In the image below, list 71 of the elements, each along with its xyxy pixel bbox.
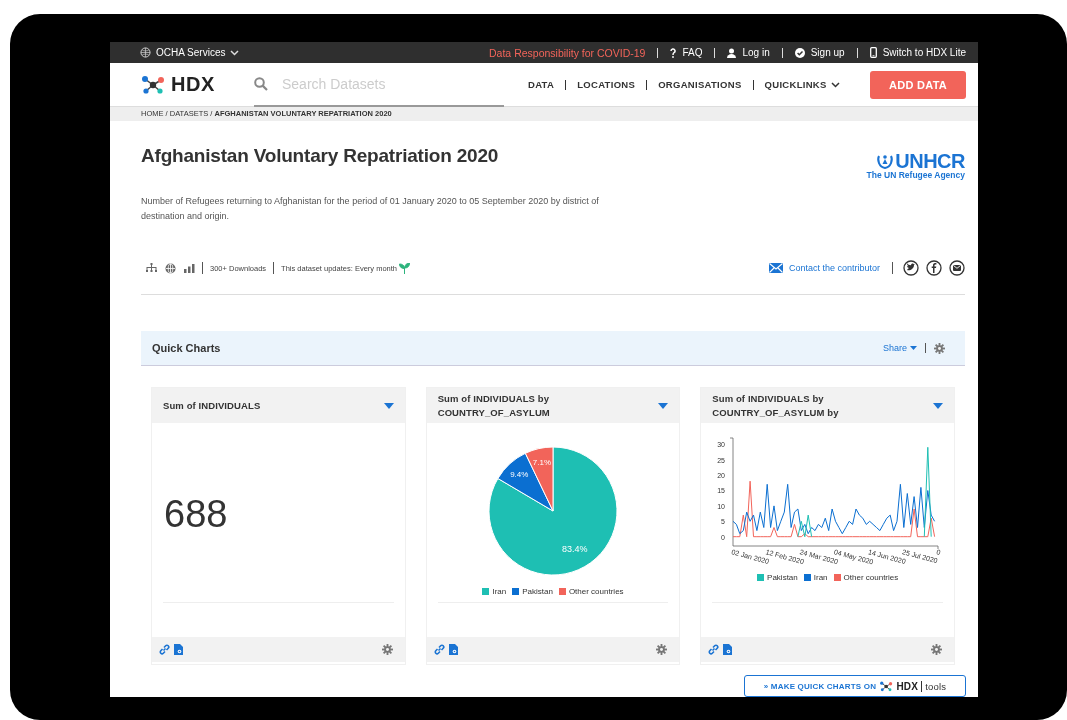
file-icon[interactable] <box>448 644 458 655</box>
big-number: 688 <box>164 493 229 536</box>
share-button[interactable]: Share <box>882 343 917 353</box>
hierarchy-icon <box>146 263 157 273</box>
settings-icon[interactable] <box>931 644 942 655</box>
link-icon[interactable] <box>433 644 445 655</box>
search-icon <box>254 76 268 91</box>
top-bar-link[interactable]: FAQ <box>670 47 703 58</box>
link-icon[interactable] <box>159 644 170 655</box>
check-circle-icon <box>794 47 805 58</box>
phone-icon <box>869 47 877 58</box>
chart-title: Sum of INDIVIDUALS by COUNTRY_OF_ASYLUM <box>437 391 551 420</box>
publisher-tagline: The UN Refugee Agency <box>866 170 965 180</box>
site-logo-text[interactable]: HDX <box>171 73 215 96</box>
make-quick-charts-link[interactable]: » MAKE QUICK CHARTS ON HDX tools <box>744 675 966 697</box>
legend-swatch <box>803 574 811 581</box>
question-icon <box>670 47 677 58</box>
legend-label: Other countries <box>843 573 899 582</box>
chart-title: Sum of INDIVIDUALS by COUNTRY_OF_ASYLUM by <box>712 391 840 420</box>
slice-label: 7.1% <box>532 458 552 468</box>
top-bar-link[interactable]: Sign up <box>794 47 845 58</box>
file-icon[interactable] <box>174 644 183 655</box>
org-menu[interactable]: OCHA Services <box>140 47 240 58</box>
sprout-icon <box>399 262 410 274</box>
envelope-icon <box>768 263 783 273</box>
section-title: Quick Charts <box>152 342 221 354</box>
legend-label: Iran <box>492 587 507 596</box>
caret-icon <box>910 346 917 350</box>
network-logo-icon <box>879 680 894 692</box>
slice-label: 83.4% <box>562 544 588 555</box>
legend-swatch <box>757 574 765 581</box>
dropdown-chevron-icon <box>830 81 840 88</box>
settings-icon[interactable] <box>656 644 668 655</box>
globe-icon <box>165 262 176 274</box>
nav-link[interactable]: DATA <box>528 79 555 90</box>
globe-icon <box>140 47 151 58</box>
top-bar-link[interactable]: Switch to HDX Lite <box>869 47 966 58</box>
nav-link[interactable]: QUICKLINKS <box>764 79 840 90</box>
dataset-title: Afghanistan Voluntary Repatriation 2020 <box>141 145 499 168</box>
user-icon <box>727 47 737 58</box>
legend-label: Other countries <box>568 587 624 596</box>
publisher-name: UNHCR <box>895 152 965 170</box>
settings-icon[interactable] <box>934 342 945 354</box>
bar-chart-icon <box>184 263 195 273</box>
dataset-description: Number of Refugees returning to Afghanistan for the period of 01 January 2020 to 05 September 2020 by district of destination and origin. <box>141 195 600 223</box>
facebook-icon[interactable] <box>926 260 942 276</box>
caret-icon[interactable] <box>933 402 943 409</box>
file-icon[interactable] <box>723 644 733 655</box>
legend-label: Iran <box>813 573 828 582</box>
emblem-icon <box>876 152 895 170</box>
legend-swatch <box>482 588 490 595</box>
covid-link[interactable]: Data Responsibility for COVID-19 <box>489 46 646 59</box>
chart-title: Sum of INDIVIDUALS <box>163 398 262 413</box>
network-logo-icon <box>140 74 166 95</box>
link-icon[interactable] <box>708 644 720 655</box>
chevron-down-icon <box>230 49 240 56</box>
twitter-icon[interactable] <box>903 260 919 276</box>
caret-icon[interactable] <box>383 402 394 409</box>
legend-swatch <box>558 588 566 595</box>
caret-icon[interactable] <box>658 402 669 409</box>
legend-label: Pakistan <box>767 573 798 582</box>
nav-link[interactable]: ORGANISATIONS <box>658 79 742 90</box>
top-bar-link[interactable]: Log in <box>727 47 770 58</box>
nav-link[interactable]: LOCATIONS <box>577 79 636 90</box>
legend-swatch <box>833 574 841 581</box>
slice-label: 9.4% <box>510 470 529 480</box>
legend-swatch <box>512 588 520 595</box>
legend-label: Pakistan <box>522 587 553 596</box>
contact-link[interactable]: Contact the contributor <box>768 263 880 273</box>
settings-icon[interactable] <box>381 644 393 655</box>
mail-icon[interactable] <box>949 260 965 276</box>
